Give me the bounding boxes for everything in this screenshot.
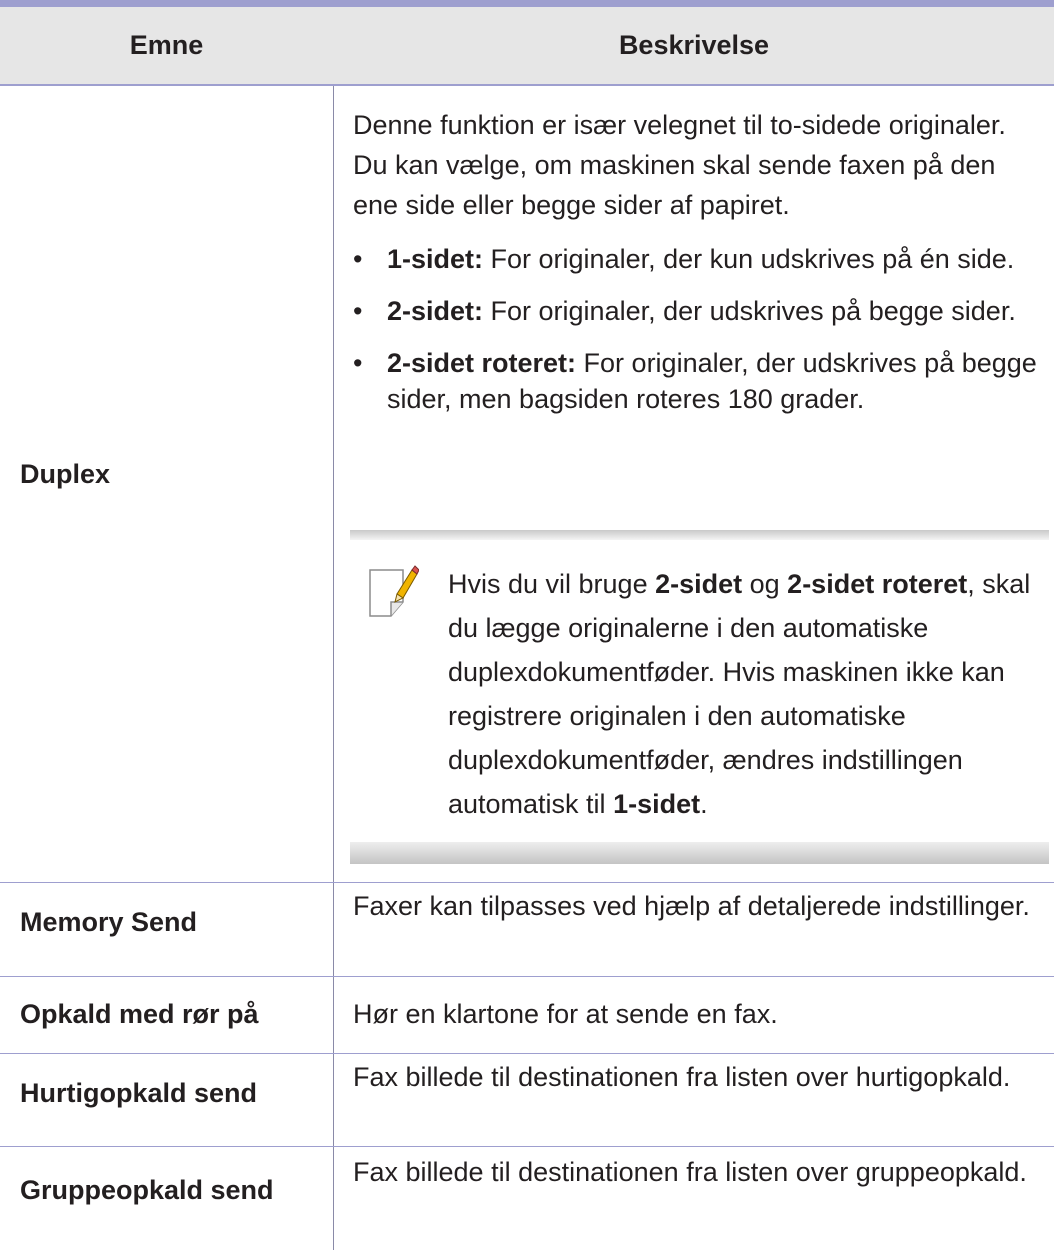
row-subject-hurtigopkald-send: Hurtigopkald send xyxy=(20,1078,258,1108)
row-subject-opkald-med-ror-pa: Opkald med rør på xyxy=(20,999,259,1029)
row-subject-memory-send: Memory Send xyxy=(20,907,198,937)
row-description-opkald-med-ror-pa: Hør en klartone for at sende en fax. xyxy=(353,999,778,1029)
column-header-description: Beskrivelse xyxy=(618,30,770,60)
column-header-subject: Emne xyxy=(129,30,204,60)
note-pencil-icon xyxy=(369,565,419,617)
row-divider xyxy=(0,1146,1054,1147)
duplex-options-list: • 1-sidet: For originaler, der kun udskri… xyxy=(353,241,1043,417)
note-text: Hvis du vil bruge 2-sidet og 2-sidet rot… xyxy=(448,569,1031,819)
note-box: Hvis du vil bruge 2-sidet og 2-sidet rot… xyxy=(350,530,1049,864)
row-divider xyxy=(0,1053,1054,1054)
row-divider xyxy=(0,882,1054,883)
note-top-bar xyxy=(350,530,1049,540)
duplex-intro: Denne funktion er især velegnet til to-s… xyxy=(353,110,1006,220)
row-subject-duplex: Duplex xyxy=(20,459,111,489)
note-bottom-bar xyxy=(350,842,1049,864)
row-subject-gruppeopkald-send: Gruppeopkald send xyxy=(20,1175,274,1205)
list-item: • 2-sidet roteret: For originaler, der ud… xyxy=(353,348,1037,414)
row-description-duplex: Denne funktion er især velegnet til to-s… xyxy=(353,105,1043,433)
list-item: • 2-sidet: For originaler, der udskrives … xyxy=(353,296,1016,326)
list-item: • 1-sidet: For originaler, der kun udskri… xyxy=(353,244,1015,274)
column-divider xyxy=(333,86,334,1250)
row-divider xyxy=(0,976,1054,977)
row-description-memory-send: Faxer kan tilpasses ved hjælp af detalje… xyxy=(353,891,1030,921)
row-description-hurtigopkald-send: Fax billede til destinationen fra listen… xyxy=(353,1062,1011,1092)
table-top-rule xyxy=(0,0,1054,7)
row-description-gruppeopkald-send: Fax billede til destinationen fra listen… xyxy=(353,1157,1027,1187)
table-header: Emne Beskrivelse xyxy=(0,7,1054,86)
